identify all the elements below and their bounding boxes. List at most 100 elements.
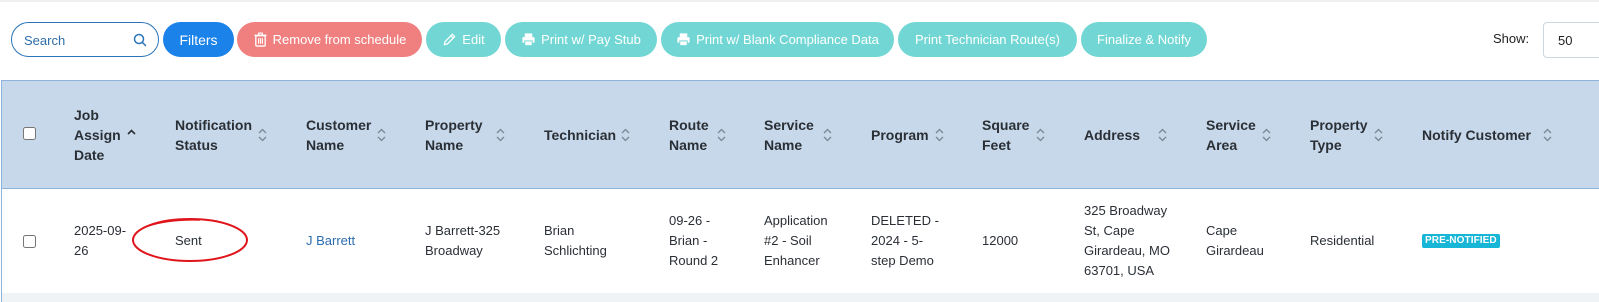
cell-text: Broadway	[425, 243, 483, 258]
cell-notify-customer: PRE-NOTIFIED	[1422, 189, 1542, 293]
col-service-name[interactable]: Service Name	[764, 81, 819, 189]
edit-label: Edit	[462, 32, 485, 47]
print-technician-route-button[interactable]: Print Technician Route(s)	[898, 22, 1077, 57]
col-property-name[interactable]: Property Name	[425, 81, 495, 189]
col-label: Service	[1206, 117, 1256, 133]
customer-name-link[interactable]: J Barrett	[306, 231, 355, 251]
cell-text: DELETED -	[871, 213, 939, 228]
cell-route-name: 09-26 - Brian - Round 2	[669, 189, 739, 293]
col-label: Date	[74, 147, 105, 163]
page-size-value: 50	[1558, 33, 1573, 48]
sort-icon[interactable]	[258, 128, 267, 142]
sort-icon[interactable]	[1262, 128, 1271, 142]
cell-text: Application	[764, 213, 828, 228]
sort-icon[interactable]	[496, 128, 505, 142]
sort-icon[interactable]	[377, 128, 386, 142]
cell-square-feet: 12000	[982, 189, 1062, 293]
edit-button[interactable]: Edit	[426, 22, 501, 57]
cell-text: #2 - Soil	[764, 233, 812, 248]
finalize-notify-button[interactable]: Finalize & Notify	[1081, 22, 1207, 57]
filters-button[interactable]: Filters	[163, 22, 234, 57]
cell-customer-name: J Barrett	[306, 189, 406, 293]
cell-text: J Barrett-325	[425, 223, 501, 238]
trash-icon	[254, 32, 267, 47]
cell-text: Schlichting	[544, 243, 607, 258]
toolbar: Filters Remove from schedule Edit Print …	[0, 0, 1599, 80]
filters-button-label: Filters	[179, 31, 218, 48]
select-all-checkbox[interactable]	[23, 127, 36, 140]
sort-icon[interactable]	[935, 128, 944, 142]
cell-service-area: Cape Girardeau	[1206, 189, 1296, 293]
sort-icon[interactable]	[621, 128, 630, 142]
col-label: Name	[306, 137, 345, 153]
col-service-area[interactable]: Service Area	[1206, 81, 1261, 189]
pre-notified-badge: PRE-NOTIFIED	[1422, 234, 1500, 248]
remove-from-schedule-button[interactable]: Remove from schedule	[237, 22, 422, 57]
cell-text: Girardeau, MO	[1084, 243, 1170, 258]
col-label: Notification	[175, 117, 252, 133]
jobs-table: Job Assign Date Notification Status Cust…	[1, 80, 1599, 302]
sort-icon[interactable]	[823, 128, 832, 142]
col-label: Address	[1084, 127, 1141, 143]
sort-icon[interactable]	[1543, 128, 1552, 142]
cell-text: 09-26 -	[669, 213, 711, 228]
table-header: Job Assign Date Notification Status Cust…	[2, 81, 1599, 189]
cell-program: DELETED - 2024 - 5- step Demo	[871, 189, 961, 293]
finalize-notify-label: Finalize & Notify	[1097, 32, 1191, 47]
col-label: Notify Customer	[1422, 127, 1531, 143]
cell-text: 2025-09-	[74, 223, 127, 238]
col-label: Square	[982, 117, 1030, 133]
col-notification-status[interactable]: Notification Status	[175, 81, 255, 189]
col-customer-name[interactable]: Customer Name	[306, 81, 376, 189]
col-square-feet[interactable]: Square Feet	[982, 81, 1032, 189]
cell-text: 12000	[982, 233, 1019, 248]
col-label: Job	[74, 107, 99, 123]
sort-icon[interactable]	[1036, 128, 1045, 142]
print-blank-compliance-label: Print w/ Blank Compliance Data	[696, 32, 879, 47]
col-label: Area	[1206, 137, 1238, 153]
cell-text: Brian -	[669, 233, 708, 248]
remove-from-schedule-label: Remove from schedule	[272, 32, 407, 47]
col-program[interactable]: Program	[871, 81, 931, 189]
cell-text: 2024 - 5-	[871, 233, 924, 248]
page-size-select[interactable]: 50	[1543, 22, 1599, 58]
search-box[interactable]	[11, 22, 159, 57]
cell-text: 26	[74, 243, 89, 258]
sort-icon[interactable]	[717, 128, 726, 142]
cell-text: Cape	[1206, 223, 1238, 238]
print-technician-route-label: Print Technician Route(s)	[915, 32, 1060, 47]
cell-technician: Brian Schlichting	[544, 189, 644, 293]
print-pay-stub-label: Print w/ Pay Stub	[541, 32, 641, 47]
sort-asc-icon[interactable]	[127, 128, 136, 142]
cell-text: 325 Broadway	[1084, 203, 1168, 218]
cell-service-name: Application #2 - Soil Enhancer	[764, 189, 854, 293]
search-input[interactable]	[24, 31, 134, 49]
col-label: Name	[669, 137, 708, 153]
cell-text: Girardeau	[1206, 243, 1264, 258]
col-label: Technician	[544, 127, 617, 143]
row-checkbox[interactable]	[23, 235, 36, 248]
col-label: Feet	[982, 137, 1011, 153]
cell-text: St, Cape	[1084, 223, 1135, 238]
col-address[interactable]: Address	[1084, 81, 1154, 189]
sort-icon[interactable]	[1158, 128, 1167, 142]
col-property-type[interactable]: Property Type	[1310, 81, 1370, 189]
col-route-name[interactable]: Route Name	[669, 81, 714, 189]
printer-icon	[677, 33, 690, 47]
col-label: Type	[1310, 137, 1342, 153]
table-footer	[2, 293, 1599, 302]
print-blank-compliance-button[interactable]: Print w/ Blank Compliance Data	[661, 22, 894, 57]
col-label: Property	[425, 117, 483, 133]
cell-text: Residential	[1310, 233, 1375, 248]
show-label: Show:	[1493, 31, 1530, 46]
col-job-assign-date[interactable]: Job Assign Date	[74, 81, 154, 189]
col-technician[interactable]: Technician	[544, 81, 619, 189]
cell-property-name: J Barrett-325 Broadway	[425, 189, 535, 293]
pencil-icon	[443, 33, 456, 46]
print-pay-stub-button[interactable]: Print w/ Pay Stub	[505, 22, 657, 57]
cell-text: 63701, USA	[1084, 263, 1155, 278]
sort-icon[interactable]	[1374, 128, 1383, 142]
search-icon[interactable]	[132, 32, 148, 48]
annotation-circle	[132, 218, 248, 262]
col-notify-customer[interactable]: Notify Customer	[1422, 81, 1537, 189]
